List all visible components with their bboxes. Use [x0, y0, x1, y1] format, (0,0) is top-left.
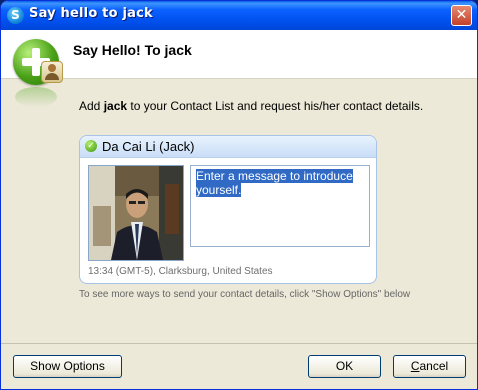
cancel-button[interactable]: Cancel — [393, 355, 466, 378]
contact-local-time-location: 13:34 (GMT-5), Clarksburg, United States — [88, 266, 273, 277]
contact-card-header: ✓ Da Cai Li (Jack) — [80, 136, 376, 158]
intro-text: Add jack to your Contact List and reques… — [79, 99, 424, 113]
message-selected-text: Enter a message to introduce yourself. — [196, 169, 353, 197]
user-icon — [41, 61, 63, 83]
avatar-photo-icon — [89, 166, 183, 260]
dialog-window: S Say hello to jack ✕ Say Hello! To jack… — [0, 0, 478, 390]
page-title: Say Hello! To jack — [73, 42, 192, 58]
title-bar[interactable]: S Say hello to jack ✕ — [1, 1, 477, 30]
contact-avatar — [88, 165, 184, 261]
show-options-button[interactable]: Show Options — [13, 355, 122, 378]
contact-card: ✓ Da Cai Li (Jack) Enter a message to in… — [79, 135, 377, 284]
contact-name: Da Cai Li (Jack) — [102, 139, 195, 154]
options-hint-text: To see more ways to send your contact de… — [79, 289, 411, 300]
close-button[interactable]: ✕ — [451, 5, 472, 26]
icon-reflection — [15, 87, 57, 107]
online-status-icon: ✓ — [85, 140, 97, 152]
ok-button[interactable]: OK — [308, 355, 381, 378]
intro-message-input[interactable]: Enter a message to introduce yourself. — [190, 165, 370, 247]
footer-divider — [1, 343, 477, 344]
skype-logo-icon: S — [7, 7, 24, 24]
window-title: Say hello to jack — [29, 6, 153, 21]
contact-username: jack — [103, 99, 128, 113]
